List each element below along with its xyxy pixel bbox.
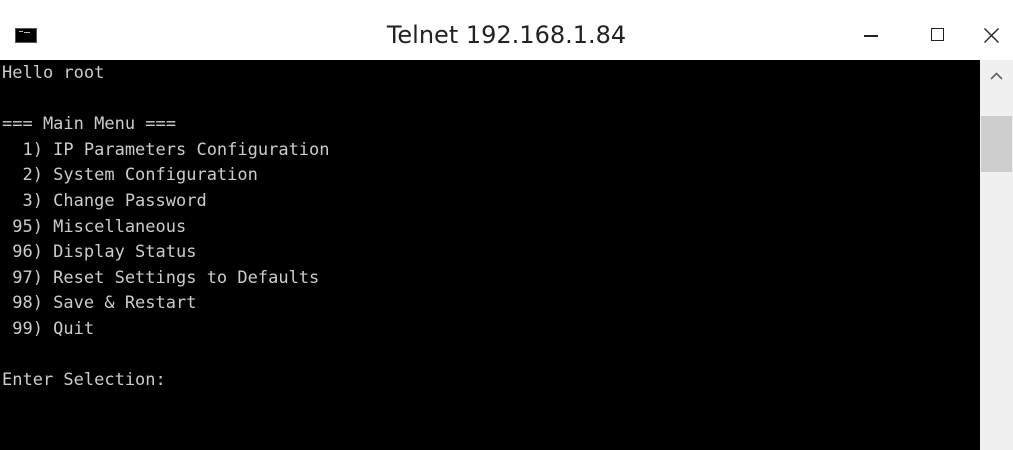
menu-item-ip-parameters: 1) IP Parameters Configuration [2, 139, 330, 160]
minimize-button[interactable] [842, 0, 900, 60]
scrollbar-thumb[interactable] [981, 116, 1012, 172]
scroll-up-button[interactable] [980, 60, 1013, 92]
chevron-up-icon [990, 72, 1003, 80]
maximize-button[interactable] [900, 0, 958, 60]
menu-item-miscellaneous: 95) Miscellaneous [2, 216, 187, 237]
menu-item-display-status: 96) Display Status [2, 242, 197, 263]
console-area[interactable]: Hello root === Main Menu === 1) IP Parame… [0, 60, 980, 450]
menu-item-save-restart: 98) Save & Restart [2, 293, 197, 314]
console-line-blank [2, 87, 330, 113]
title-bar[interactable]: Telnet 192.168.1.84 [0, 0, 1013, 60]
menu-heading: === Main Menu === [2, 114, 176, 135]
close-icon [984, 28, 999, 43]
menu-item-change-password: 3) Change Password [2, 190, 207, 211]
console-line-blank [2, 343, 330, 369]
menu-item-reset-defaults: 97) Reset Settings to Defaults [2, 267, 320, 288]
telnet-window: Telnet 192.168.1.84 Hello root === Main M… [0, 0, 1013, 450]
menu-item-system-configuration: 2) System Configuration [2, 165, 258, 186]
menu-item-quit: 99) Quit [2, 318, 95, 339]
console-output: Hello root === Main Menu === 1) IP Parame… [2, 61, 330, 394]
input-prompt: Enter Selection: [2, 370, 166, 391]
console-line-greeting: Hello root [2, 63, 105, 83]
vertical-scrollbar[interactable] [980, 60, 1013, 450]
close-button[interactable] [958, 0, 1013, 60]
